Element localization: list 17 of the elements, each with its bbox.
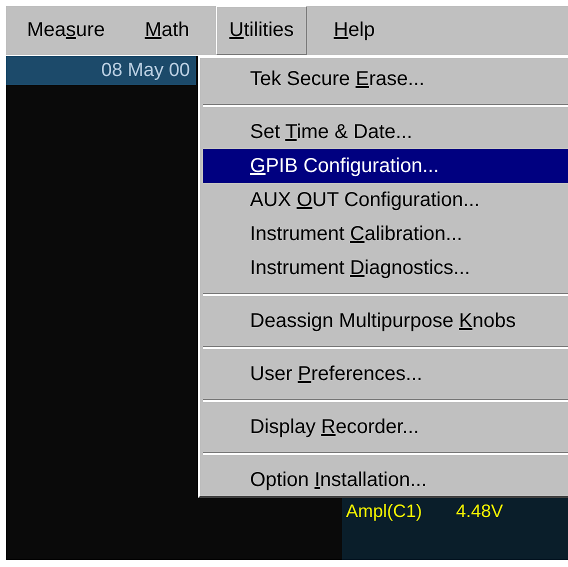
- menu-title[interactable]: Math: [132, 6, 202, 55]
- measurement-value: 4.48V: [456, 502, 504, 520]
- menu-item[interactable]: Deassign Multipurpose Knobs: [203, 304, 568, 338]
- menu-item[interactable]: Set Time & Date...: [203, 115, 568, 149]
- menu-item[interactable]: GPIB Configuration...: [203, 149, 568, 183]
- menu-item[interactable]: User Preferences...: [203, 357, 568, 391]
- menu-title[interactable]: Help: [320, 6, 388, 55]
- menu-item[interactable]: Option Installation...: [203, 463, 568, 497]
- menu-item[interactable]: Instrument Calibration...: [203, 217, 568, 251]
- menu-item[interactable]: Instrument Diagnostics...: [203, 251, 568, 285]
- menu-title[interactable]: Measure: [14, 6, 118, 55]
- menu-item[interactable]: Tek Secure Erase...: [203, 62, 568, 96]
- date-text: 08 May 00: [101, 60, 191, 82]
- menu-item[interactable]: AUX OUT Configuration...: [203, 183, 568, 217]
- menu-item[interactable]: Display Recorder...: [203, 410, 568, 444]
- measurement-name: Ampl(C1): [346, 502, 422, 520]
- menu-title[interactable]: Utilities: [216, 6, 307, 55]
